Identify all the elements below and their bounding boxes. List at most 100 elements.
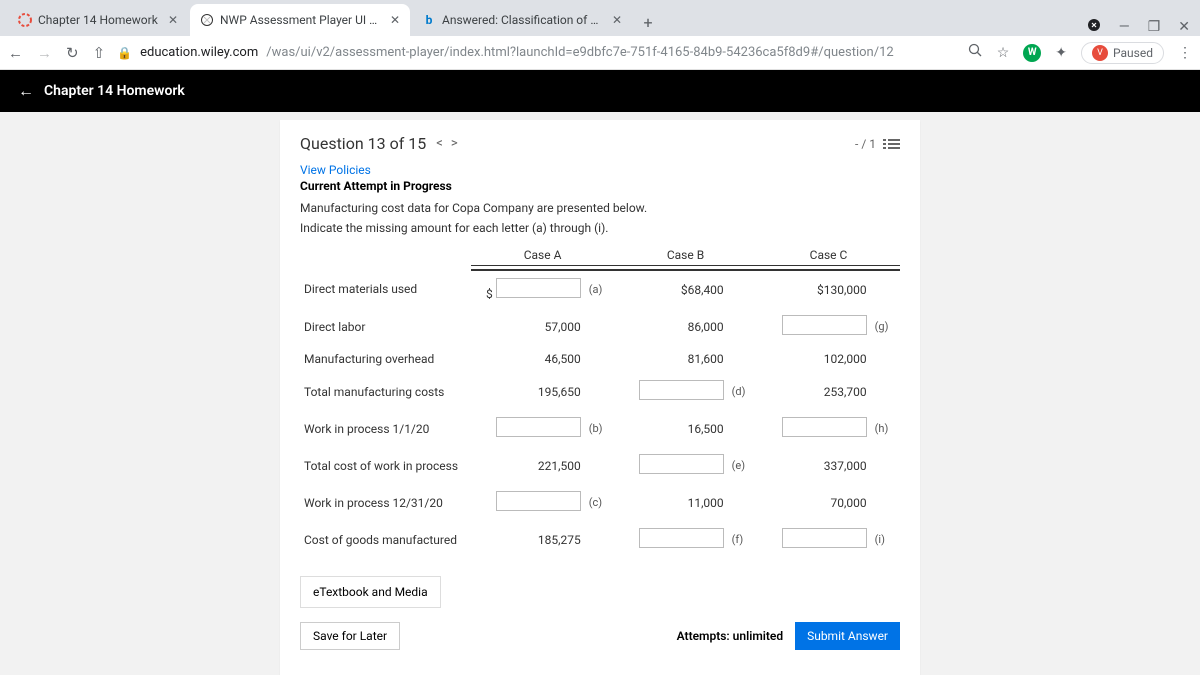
input-a[interactable] (496, 278, 581, 298)
val-b: 86,000 (614, 308, 728, 345)
extensions-icon[interactable]: ✦ (1055, 45, 1067, 61)
attempts-label: Attempts: unlimited (677, 629, 783, 643)
currency-symbol: $ (486, 287, 493, 301)
val-c: 253,700 (757, 373, 871, 410)
profile-paused-badge[interactable]: V Paused (1081, 42, 1164, 64)
favicon-icon (18, 13, 32, 27)
table-row: Manufacturing overhead 46,500 81,600 102… (300, 345, 900, 373)
row-label: Total manufacturing costs (300, 373, 471, 410)
row-label: Cost of goods manufactured (300, 521, 471, 558)
nav-forward-icon[interactable]: → (37, 44, 52, 62)
row-label: Manufacturing overhead (300, 345, 471, 373)
new-tab-button[interactable]: + (634, 8, 662, 36)
question-card: Question 13 of 15 < > - / 1 View Policie… (280, 120, 920, 675)
input-b[interactable] (496, 417, 581, 437)
input-g[interactable] (782, 315, 867, 335)
question-intro-2: Indicate the missing amount for each let… (300, 221, 900, 235)
row-label: Work in process 1/1/20 (300, 410, 471, 447)
question-number: Question 13 of 15 (300, 134, 426, 153)
table-row: Work in process 1/1/20 (b) 16,500 (h) (300, 410, 900, 447)
input-h[interactable] (782, 417, 867, 437)
letter-e: (e) (728, 447, 757, 484)
star-icon[interactable]: ☆ (997, 45, 1010, 61)
table-row: Total manufacturing costs 195,650 (d) 25… (300, 373, 900, 410)
input-d[interactable] (639, 380, 724, 400)
home-icon[interactable]: ⇧ (93, 44, 106, 62)
extension-w-icon[interactable]: W (1023, 44, 1041, 62)
nav-back-icon[interactable]: ← (8, 44, 23, 62)
table-row: Work in process 12/31/20 (c) 11,000 70,0… (300, 484, 900, 521)
close-icon[interactable]: ✕ (390, 13, 400, 27)
browser-tab[interactable]: b Answered: Classification of Costs ✕ (412, 4, 632, 36)
col-case-a: Case A (524, 248, 562, 262)
letter-b: (b) (585, 410, 614, 447)
prev-question-icon[interactable]: < (436, 136, 443, 151)
col-case-c: Case C (810, 248, 848, 262)
val-c: $130,000 (757, 270, 871, 308)
favicon-icon: b (422, 13, 436, 27)
row-label: Direct materials used (300, 270, 471, 308)
profile-avatar-icon: V (1092, 45, 1108, 61)
val-a: 221,500 (471, 447, 585, 484)
letter-d: (d) (728, 373, 757, 410)
val-c: 70,000 (757, 484, 871, 521)
table-row: Direct materials used $ (a) $68,400 $130… (300, 270, 900, 308)
browser-tab-strip: Chapter 14 Homework ✕ NWP Assessment Pla… (0, 0, 1200, 36)
row-label: Total cost of work in process (300, 447, 471, 484)
table-row: Total cost of work in process 221,500 (e… (300, 447, 900, 484)
browser-tab-active[interactable]: NWP Assessment Player UI Appli ✕ (190, 4, 410, 36)
next-question-icon[interactable]: > (451, 136, 458, 151)
assessment-header: ← Chapter 14 Homework (0, 70, 1200, 112)
browser-url-bar: ← → ↻ ⇧ 🔒 education.wiley.com/was/ui/v2/… (0, 36, 1200, 70)
val-c: 102,000 (757, 345, 871, 373)
etextbook-media-button[interactable]: eTextbook and Media (300, 576, 441, 608)
lock-icon: 🔒 (117, 46, 132, 60)
val-c: 337,000 (757, 447, 871, 484)
window-controls: — ❐ ✕ (1087, 18, 1200, 36)
input-e[interactable] (639, 454, 724, 474)
url-path: /was/ui/v2/assessment-player/index.html?… (266, 45, 893, 60)
maximize-icon[interactable]: ❐ (1148, 19, 1161, 35)
menu-icon[interactable]: ⋮ (1178, 45, 1192, 61)
letter-f: (f) (728, 521, 757, 558)
input-i[interactable] (782, 528, 867, 548)
val-a: 57,000 (471, 308, 585, 345)
url-field[interactable]: 🔒 education.wiley.com/was/ui/v2/assessme… (117, 45, 956, 60)
letter-a: (a) (585, 270, 614, 308)
val-b: 81,600 (614, 345, 728, 373)
minimize-icon[interactable]: — (1119, 19, 1130, 35)
url-host: education.wiley.com (140, 45, 258, 60)
view-policies-link[interactable]: View Policies (300, 163, 900, 177)
status-dot-icon (1087, 18, 1101, 36)
page-body: Question 13 of 15 < > - / 1 View Policie… (0, 112, 1200, 675)
close-icon[interactable]: ✕ (168, 13, 178, 27)
paused-label: Paused (1113, 46, 1153, 60)
submit-answer-button[interactable]: Submit Answer (795, 622, 900, 650)
table-row: Direct labor 57,000 86,000 (g) (300, 308, 900, 345)
search-icon[interactable] (968, 43, 983, 62)
browser-tab[interactable]: Chapter 14 Homework ✕ (8, 4, 188, 36)
val-b: $68,400 (614, 270, 728, 308)
letter-i: (i) (871, 521, 900, 558)
tab-title: NWP Assessment Player UI Appli (220, 13, 384, 27)
val-a: 185,275 (471, 521, 585, 558)
page-indicator: - / 1 (855, 137, 876, 151)
input-f[interactable] (639, 528, 724, 548)
page-title: Chapter 14 Homework (44, 83, 185, 99)
list-toggle-icon[interactable] (888, 139, 900, 149)
table-row: Cost of goods manufactured 185,275 (f) (… (300, 521, 900, 558)
reload-icon[interactable]: ↻ (66, 44, 79, 62)
question-intro-1: Manufacturing cost data for Copa Company… (300, 201, 900, 215)
attempt-status: Current Attempt in Progress (300, 179, 900, 193)
letter-g: (g) (871, 308, 900, 345)
val-a: 46,500 (471, 345, 585, 373)
tab-title: Chapter 14 Homework (38, 13, 162, 27)
row-label: Direct labor (300, 308, 471, 345)
tab-title: Answered: Classification of Costs (442, 13, 606, 27)
close-icon[interactable]: ✕ (612, 13, 622, 27)
back-arrow-icon[interactable]: ← (18, 81, 34, 101)
input-c[interactable] (496, 491, 581, 511)
val-b: 16,500 (614, 410, 728, 447)
close-window-icon[interactable]: ✕ (1178, 19, 1190, 35)
save-for-later-button[interactable]: Save for Later (300, 622, 400, 650)
